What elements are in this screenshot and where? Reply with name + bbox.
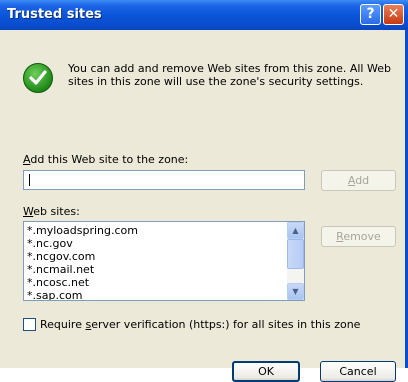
require-https-label[interactable]: Require server verification (https:) for…	[40, 318, 360, 331]
scroll-thumb[interactable]	[287, 239, 304, 269]
remove-button[interactable]: Remove	[321, 226, 396, 247]
help-icon: ?	[366, 6, 375, 22]
add-site-label: Add this Web site to the zone:	[23, 153, 189, 166]
add-button[interactable]: Add	[321, 170, 396, 191]
dialog-body: You can add and remove Web sites from th…	[0, 30, 408, 382]
close-icon: ✕	[387, 6, 400, 22]
add-site-input[interactable]	[23, 170, 305, 190]
require-https-checkbox[interactable]	[23, 318, 36, 331]
scroll-down-button[interactable]: ▼	[287, 283, 304, 300]
list-item[interactable]: *.myloadspring.com	[27, 224, 138, 237]
ok-button[interactable]: OK	[232, 361, 300, 382]
websites-list[interactable]: *.myloadspring.com *.nc.gov *.ncgov.com …	[23, 221, 305, 301]
vertical-scrollbar[interactable]: ▲ ▼	[287, 222, 304, 300]
list-item[interactable]: *.ncosc.net	[27, 276, 89, 289]
title-bar: Trusted sites ? ✕	[0, 0, 408, 30]
text-caret	[29, 174, 30, 186]
cancel-button[interactable]: Cancel	[320, 361, 396, 382]
scroll-up-button[interactable]: ▲	[287, 222, 304, 239]
list-item[interactable]: *.sap.com	[27, 289, 82, 300]
close-button[interactable]: ✕	[383, 4, 404, 25]
websites-label: Web sites:	[23, 205, 80, 218]
info-text: You can add and remove Web sites from th…	[68, 62, 391, 88]
list-item[interactable]: *.ncmail.net	[27, 263, 94, 276]
list-item[interactable]: *.nc.gov	[27, 237, 73, 250]
checkmark-icon	[23, 63, 53, 93]
trusted-sites-dialog: Trusted sites ? ✕ You can add and remove…	[0, 0, 408, 382]
help-button[interactable]: ?	[360, 4, 381, 25]
list-item[interactable]: *.ncgov.com	[27, 250, 95, 263]
window-title: Trusted sites	[7, 7, 102, 22]
